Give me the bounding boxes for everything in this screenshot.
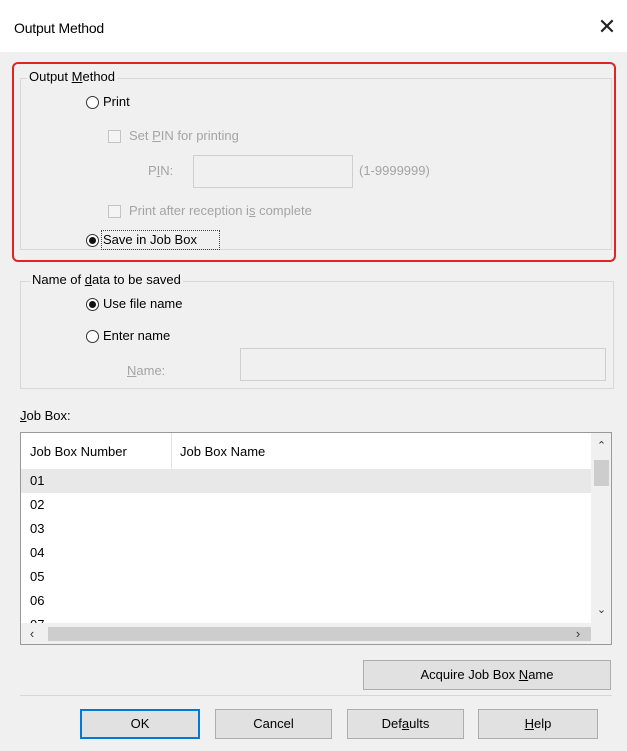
name-label: Name: (127, 363, 166, 378)
table-row[interactable]: 06 (21, 589, 591, 613)
enter-name-radio[interactable] (86, 330, 99, 343)
output-method-dialog: Output Method ✕ Output Method Print Set … (0, 0, 627, 751)
column-job-box-name[interactable]: Job Box Name (180, 444, 265, 459)
scroll-left-icon[interactable]: ‹ (25, 626, 39, 641)
table-row[interactable]: 01 (21, 469, 591, 493)
dialog-title: Output Method (14, 20, 105, 36)
job-box-number: 06 (30, 593, 45, 608)
scroll-down-icon[interactable]: ⌄ (593, 603, 610, 616)
use-file-name-label[interactable]: Use file name (103, 296, 182, 311)
name-input[interactable] (240, 348, 606, 381)
separator (20, 695, 612, 696)
column-job-box-number[interactable]: Job Box Number (30, 444, 127, 459)
job-box-number: 05 (30, 569, 45, 584)
scroll-up-icon[interactable]: ⌃ (593, 439, 610, 452)
job-box-number: 03 (30, 521, 45, 536)
column-divider (171, 433, 172, 470)
table-row[interactable]: 02 (21, 493, 591, 517)
cancel-button[interactable]: Cancel (215, 709, 332, 739)
job-box-list[interactable]: Job Box Number Job Box Name 01 02 03 04 … (20, 432, 612, 645)
table-row[interactable]: 04 (21, 541, 591, 565)
job-box-list-header: Job Box Number Job Box Name (21, 433, 591, 471)
ok-button[interactable]: OK (80, 709, 200, 739)
horizontal-scroll-thumb[interactable] (48, 627, 591, 641)
name-of-data-legend: Name of data to be saved (30, 272, 183, 287)
highlight-annotation (12, 62, 616, 262)
close-icon[interactable]: ✕ (592, 12, 622, 42)
enter-name-label[interactable]: Enter name (103, 328, 170, 343)
title-bar: Output Method ✕ (0, 0, 627, 52)
use-file-name-radio[interactable] (86, 298, 99, 311)
job-box-label: Job Box: (20, 408, 71, 423)
table-row[interactable]: 05 (21, 565, 591, 589)
defaults-button[interactable]: Defaults (347, 709, 464, 739)
job-box-number: 02 (30, 497, 45, 512)
scrollbar-corner (591, 623, 611, 644)
help-button[interactable]: Help (478, 709, 598, 739)
job-box-number: 01 (30, 473, 45, 488)
scroll-right-icon[interactable]: › (571, 626, 585, 641)
table-row[interactable]: 03 (21, 517, 591, 541)
vertical-scroll-thumb[interactable] (594, 460, 609, 486)
acquire-job-box-name-button[interactable]: Acquire Job Box Name (363, 660, 611, 690)
job-box-number: 04 (30, 545, 45, 560)
